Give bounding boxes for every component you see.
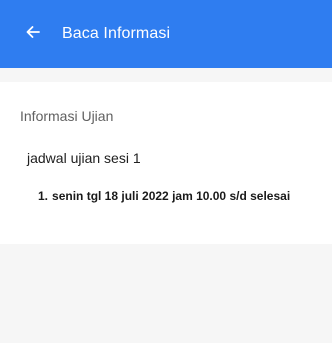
arrow-left-icon [26,25,40,43]
list-item-number: 1. [38,189,49,203]
schedule-list: 1. senin tgl 18 juli 2022 jam 10.00 s/d … [38,189,298,204]
list-item: 1. senin tgl 18 juli 2022 jam 10.00 s/d … [38,189,298,204]
list-item-text: senin tgl 18 juli 2022 jam 10.00 s/d sel… [52,189,291,203]
app-bar: Baca Informasi [0,0,332,68]
page-title: Baca Informasi [62,25,171,42]
back-button[interactable] [14,15,52,53]
app-screen: Baca Informasi Informasi Ujian jadwal uj… [0,0,332,343]
info-card: Informasi Ujian jadwal ujian sesi 1 1. s… [0,82,332,244]
body-text: jadwal ujian sesi 1 [27,150,141,166]
section-title: Informasi Ujian [20,108,114,124]
